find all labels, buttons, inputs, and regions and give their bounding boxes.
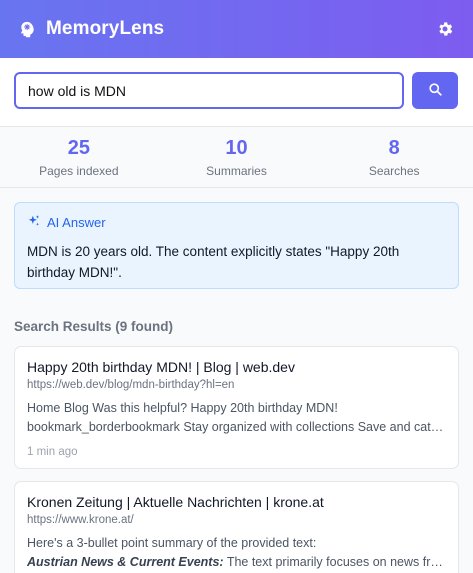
snippet-line: Austrian News & Current Events: The text… <box>27 553 446 572</box>
stat-label: Searches <box>368 163 420 178</box>
stats-bar: 25 Pages indexed 10 Summaries 8 Searches <box>0 126 473 188</box>
ai-answer-heading: AI Answer <box>47 215 106 230</box>
result-snippet: Here's a 3-bullet point summary of the p… <box>27 534 446 572</box>
stat-pages-indexed: 25 Pages indexed <box>0 127 158 187</box>
result-snippet: Home Blog Was this helpful? Happy 20th b… <box>27 399 446 437</box>
sparkles-icon <box>27 214 41 231</box>
stat-label: Pages indexed <box>39 163 119 178</box>
result-card[interactable]: Happy 20th birthday MDN! | Blog | web.de… <box>14 346 459 469</box>
result-title[interactable]: Happy 20th birthday MDN! | Blog | web.de… <box>27 358 446 376</box>
result-card[interactable]: Kronen Zeitung | Aktuelle Nachrichten | … <box>14 481 459 573</box>
search-icon <box>428 82 443 100</box>
stat-value: 10 <box>225 136 248 159</box>
search-button[interactable] <box>412 72 458 109</box>
gear-icon[interactable] <box>435 19 455 39</box>
result-url: https://web.dev/blog/mdn-birthday?hl=en <box>27 379 235 391</box>
search-input[interactable] <box>14 72 404 109</box>
snippet-line: Here's a 3-bullet point summary of the p… <box>27 536 317 550</box>
brain-icon <box>18 20 36 38</box>
search-section: 25 Pages indexed 10 Summaries 8 Searches <box>0 58 473 188</box>
stat-value: 25 <box>67 136 90 159</box>
main-content: AI Answer MDN is 20 years old. The conte… <box>0 185 473 573</box>
result-title[interactable]: Kronen Zeitung | Aktuelle Nachrichten | … <box>27 493 446 511</box>
result-url: https://www.krone.at/ <box>27 514 134 526</box>
ai-answer-box: AI Answer MDN is 20 years old. The conte… <box>14 202 459 289</box>
snippet-line: Home Blog Was this helpful? Happy 20th b… <box>27 401 338 415</box>
snippet-bold: Austrian News & Current Events: <box>27 555 224 569</box>
ai-answer-text: MDN is 20 years old. The content explici… <box>27 244 400 280</box>
search-row <box>14 72 459 109</box>
snippet-rest: The text primarily focuses on news from … <box>226 555 446 569</box>
stat-value: 8 <box>388 136 400 159</box>
result-time: 1 min ago <box>27 446 78 458</box>
brand: MemoryLens <box>18 18 164 40</box>
stat-searches: 8 Searches <box>315 127 473 187</box>
stat-summaries: 10 Summaries <box>158 127 316 187</box>
app-title: MemoryLens <box>46 18 165 39</box>
snippet-line: bookmark_borderbookmark Stay organized w… <box>27 420 446 434</box>
ai-answer-header: AI Answer <box>27 214 446 231</box>
app-header: MemoryLens <box>0 0 473 58</box>
results-heading: Search Results (9 found) <box>14 319 174 334</box>
stat-label: Summaries <box>206 163 267 178</box>
